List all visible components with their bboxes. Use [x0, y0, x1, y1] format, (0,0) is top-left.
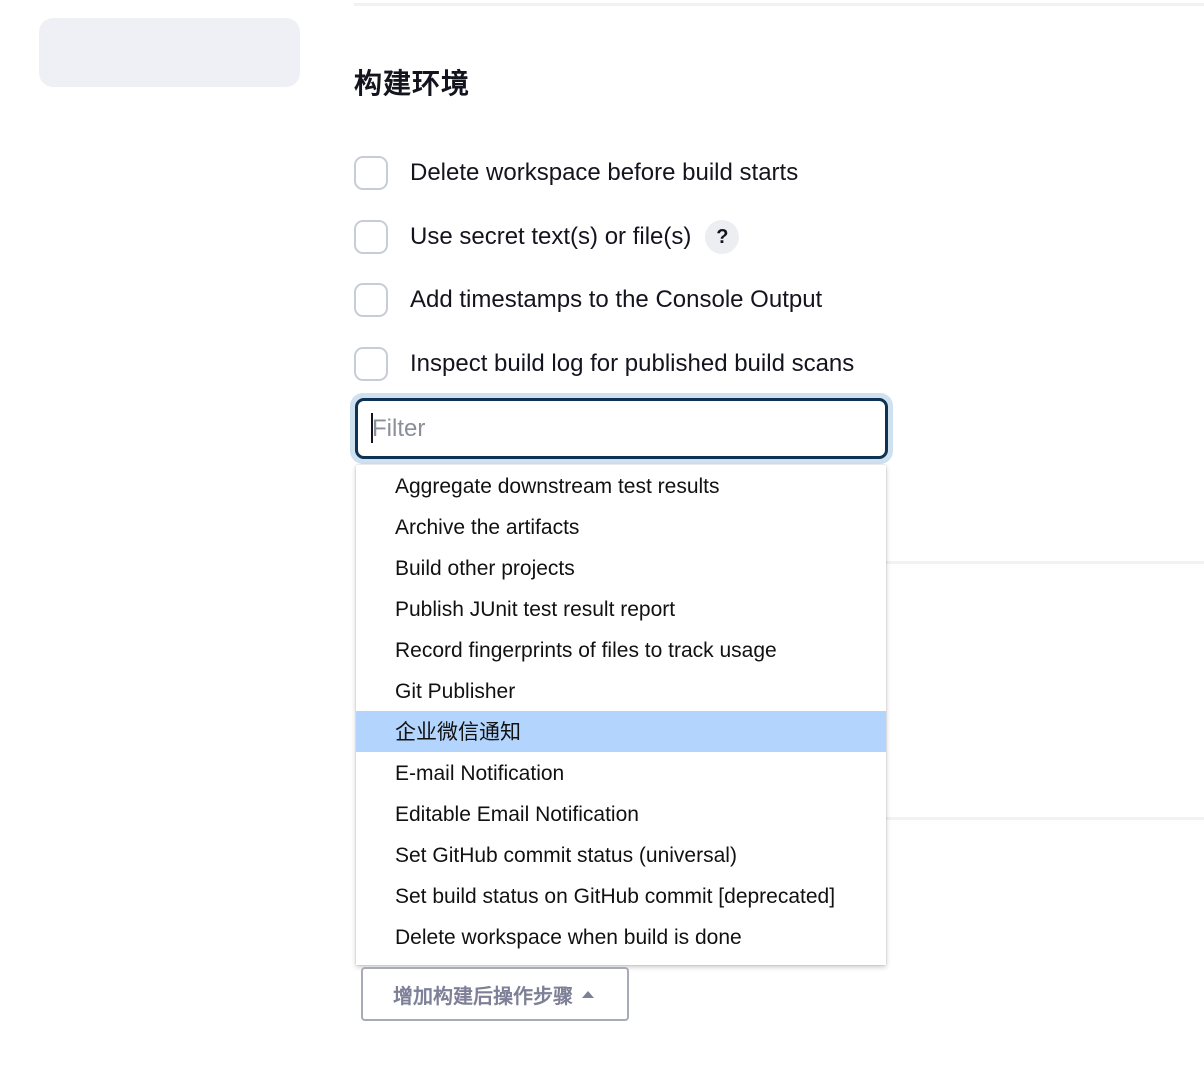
add-post-build-step-button[interactable]: 增加构建后操作步骤	[361, 967, 629, 1021]
help-icon[interactable]: ?	[705, 220, 740, 254]
dropdown-item[interactable]: Set build status on GitHub commit [depre…	[356, 875, 886, 916]
filter-input[interactable]	[355, 398, 888, 459]
add-timestamps-checkbox[interactable]	[354, 283, 388, 317]
text-caret	[371, 413, 373, 443]
option-inspect-build-log[interactable]: Inspect build log for published build sc…	[354, 345, 854, 383]
dropdown-item[interactable]: Editable Email Notification	[356, 793, 886, 834]
option-add-timestamps[interactable]: Add timestamps to the Console Output	[354, 281, 822, 319]
dropdown-item[interactable]: E-mail Notification	[356, 752, 886, 793]
dropdown-item[interactable]: Archive the artifacts	[356, 506, 886, 547]
sidebar-placeholder	[39, 18, 300, 87]
dropdown-item[interactable]: Set GitHub commit status (universal)	[356, 834, 886, 875]
section-divider	[886, 561, 1204, 564]
filter-focus-ring	[350, 393, 893, 464]
section-divider	[354, 3, 1204, 6]
dropdown-item[interactable]: Git Publisher	[356, 670, 886, 711]
caret-up-icon	[582, 990, 594, 998]
dropdown-item[interactable]: Delete workspace when build is done	[356, 916, 886, 957]
post-build-action-dropdown: Aggregate downstream test results Archiv…	[356, 465, 886, 965]
option-label: Inspect build log for published build sc…	[410, 350, 855, 377]
dropdown-item-highlighted[interactable]: 企业微信通知	[356, 711, 886, 752]
dropdown-item[interactable]: Record fingerprints of files to track us…	[356, 629, 886, 670]
option-delete-workspace[interactable]: Delete workspace before build starts	[354, 154, 798, 192]
section-divider	[886, 817, 1204, 820]
page: 构建环境 Delete workspace before build start…	[0, 0, 1204, 1074]
delete-workspace-checkbox[interactable]	[354, 156, 388, 190]
add-step-label: 增加构建后操作步骤	[393, 983, 573, 1008]
option-use-secret[interactable]: Use secret text(s) or file(s) ?	[354, 218, 740, 256]
option-label: Use secret text(s) or file(s)	[410, 223, 692, 250]
option-label: Add timestamps to the Console Output	[410, 286, 823, 313]
option-label: Delete workspace before build starts	[410, 159, 799, 186]
inspect-build-log-checkbox[interactable]	[354, 347, 388, 381]
dropdown-item[interactable]: Build other projects	[356, 547, 886, 588]
section-title: 构建环境	[354, 67, 471, 100]
use-secret-checkbox[interactable]	[354, 220, 388, 254]
dropdown-item[interactable]: Aggregate downstream test results	[356, 465, 886, 506]
dropdown-item[interactable]: Publish JUnit test result report	[356, 588, 886, 629]
